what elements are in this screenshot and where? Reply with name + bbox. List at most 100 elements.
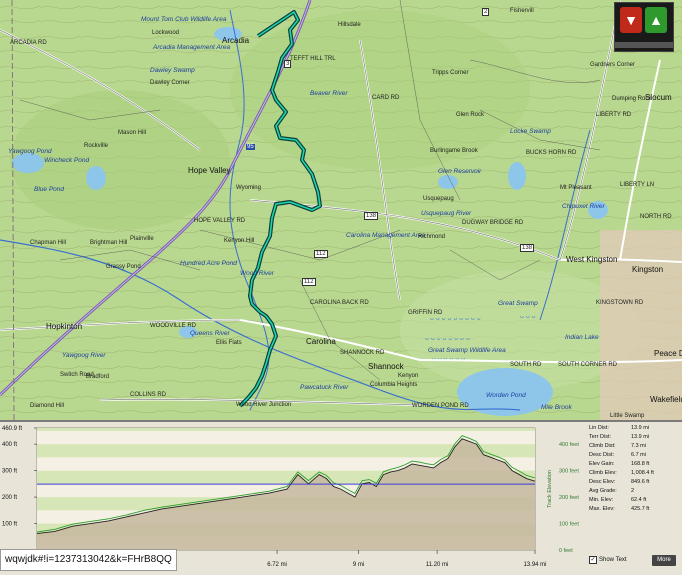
stat-value: 1,008.4 ft xyxy=(631,470,654,476)
road-label: CARD RD xyxy=(372,95,400,101)
x-tick-label: 13.94 mi xyxy=(523,562,546,568)
show-text-toggle[interactable]: ✓ Show Text xyxy=(589,556,627,564)
map-label: Usquepaug xyxy=(423,196,454,202)
stat-row: Desc Dist: 6.7 mi xyxy=(589,451,681,460)
map-label: Blue Pond xyxy=(34,186,64,193)
map-label: Yawgoog Pond xyxy=(8,148,52,155)
map-label: Yawgoog River xyxy=(62,352,106,359)
stat-label: Lin Dist: xyxy=(589,425,609,431)
map-label: Mason Hill xyxy=(118,130,147,136)
y-right-tick-label: 200 feet xyxy=(559,495,579,501)
map-label: Kenyon xyxy=(398,373,419,379)
map-label: Hillsdale xyxy=(338,22,361,28)
map-label: Beaver River xyxy=(310,90,348,97)
map-label: Carolina Management Area xyxy=(346,232,426,239)
map-label: Wood River xyxy=(240,270,274,277)
map-label: Chapman Hill xyxy=(30,240,67,246)
thumbs-up-icon[interactable]: ▲ xyxy=(645,7,667,33)
stat-value: 2 xyxy=(631,488,635,494)
map-label: Shannock xyxy=(368,362,404,371)
map-label: Dawley Swamp xyxy=(150,67,195,74)
stat-label: Desc Dist: xyxy=(589,452,615,458)
road-label: LIBERTY LN xyxy=(620,182,655,188)
map-label: Great Swamp xyxy=(498,300,538,307)
map-label: Gardners Corner xyxy=(590,62,636,68)
road-label: ARCADIA RD xyxy=(10,40,47,46)
map-label: Kenyon Hill xyxy=(224,238,255,244)
map-label: Lockwood xyxy=(152,30,180,36)
map-label: Usquepaug River xyxy=(421,210,472,217)
stat-value: 13.9 mi xyxy=(631,425,650,431)
route-shield: 2 xyxy=(482,8,490,16)
show-text-checkbox[interactable]: ✓ xyxy=(589,556,597,564)
stat-label: Elev Gain: xyxy=(589,461,615,467)
map-label: Queens River xyxy=(190,330,230,337)
thumbs-down-icon[interactable]: ▼ xyxy=(620,7,642,33)
road-label: HOPE VALLEY RD xyxy=(194,218,246,224)
y-tick-label: 100 ft xyxy=(2,522,17,528)
stat-label: Min. Elev: xyxy=(589,497,614,503)
stat-row: Min. Elev: 62.4 ft xyxy=(589,496,681,505)
road-label: SHANNOCK RD xyxy=(340,350,385,356)
stat-row: Terr Dist: 13.9 mi xyxy=(589,433,681,442)
east-pond xyxy=(508,162,526,190)
y-tick-label: 460.9 ft xyxy=(2,426,22,432)
y-right-tick-label: 300 feet xyxy=(559,469,579,475)
yawgoog-pond xyxy=(12,153,44,173)
more-button[interactable]: More xyxy=(652,555,676,566)
road-label: COLLINS RD xyxy=(130,392,167,398)
show-text-label: Show Text xyxy=(599,557,627,563)
road-label: WOODVILLE RD xyxy=(150,323,197,329)
stat-value: 13.9 mi xyxy=(631,434,650,440)
map-label: Indian Lake xyxy=(565,334,599,341)
y-right-tick-label: 100 feet xyxy=(559,522,579,528)
route-shield: 95 xyxy=(246,144,255,150)
road-label: NORTH RD xyxy=(640,214,672,220)
route-shield: 112 xyxy=(302,278,316,286)
stat-value: 849.6 ft xyxy=(631,479,650,485)
map-label: Chipuxet River xyxy=(562,203,605,210)
stat-row: Lin Dist: 13.9 mi xyxy=(589,424,681,433)
road-label: BUCKS HORN RD xyxy=(526,150,577,156)
map-label: Rockville xyxy=(84,143,109,149)
y-right-axis-label: Track Elevation xyxy=(547,470,553,508)
stat-row: Climb Elev: 1,008.4 ft xyxy=(589,469,681,478)
stat-value: 62.4 ft xyxy=(631,497,647,503)
x-tick-label: 6.72 mi xyxy=(267,562,287,568)
map-label: Mount Tom Club Wildlife Area xyxy=(141,16,227,23)
map-label: Great Swamp Wildlife Area xyxy=(428,347,506,354)
stat-row: Desc Elev: 849.6 ft xyxy=(589,478,681,487)
wincheck-pond xyxy=(86,166,106,190)
stat-label: Terr Dist: xyxy=(589,434,611,440)
road-label: TEFFT HILL TRL xyxy=(290,56,336,62)
map-label: Brightman Hill xyxy=(90,240,128,246)
map-label: Glen Reservoir xyxy=(438,168,482,175)
track-stats: Lin Dist: 13.9 mi Terr Dist: 13.9 mi Climb D… xyxy=(589,424,681,514)
map-label: Fishervill xyxy=(510,8,534,14)
stat-value: 425.7 ft xyxy=(631,506,650,512)
stat-label: Climb Elev: xyxy=(589,470,617,476)
stat-value: 7.3 mi xyxy=(631,443,646,449)
stat-label: Max. Elev: xyxy=(589,506,615,512)
road-label: SOUTH RD xyxy=(510,362,542,368)
map-label: Arcadia xyxy=(222,36,250,45)
map-label: Dawley Corner xyxy=(150,80,190,86)
stat-row: Elev Gain: 168.8 ft xyxy=(589,460,681,469)
stat-label: Avg Grade: xyxy=(589,488,617,494)
map-label: Tripps Corner xyxy=(432,70,469,76)
topographic-map[interactable]: ᴗ ᴗ ᴗ ᴗ ᴗ ᴗ ᴗ ᴗ ᴗ ᴗ ᴗ ᴗ ᴗ ᴗ ᴗ ᴗ ᴗ ᴗ ᴗ ᴗ … xyxy=(0,0,682,421)
map-label: Mt Pleasant xyxy=(560,185,592,191)
map-label: Worden Pond xyxy=(486,392,526,399)
road-label: KINGSTOWN RD xyxy=(596,300,644,306)
url-overlay: wqwjdk#!i=1237313042&k=FHrB8QQ xyxy=(0,549,177,571)
map-label: Diamond Hill xyxy=(30,403,65,409)
route-shield: 112 xyxy=(314,250,328,258)
map-label: Arcadia Management Area xyxy=(153,44,231,51)
map-label: Bradford xyxy=(86,374,110,380)
map-label: Glen Rock xyxy=(456,112,485,118)
road-label: LIBERTY RD xyxy=(596,112,632,118)
road-label: CAROLINA BACK RD xyxy=(310,300,369,306)
map-label: Peace Dale xyxy=(654,349,682,358)
svg-text:ᴗ ᴗ ᴗ: ᴗ ᴗ ᴗ xyxy=(520,313,536,320)
stat-row: Max. Elev: 425.7 ft xyxy=(589,505,681,514)
